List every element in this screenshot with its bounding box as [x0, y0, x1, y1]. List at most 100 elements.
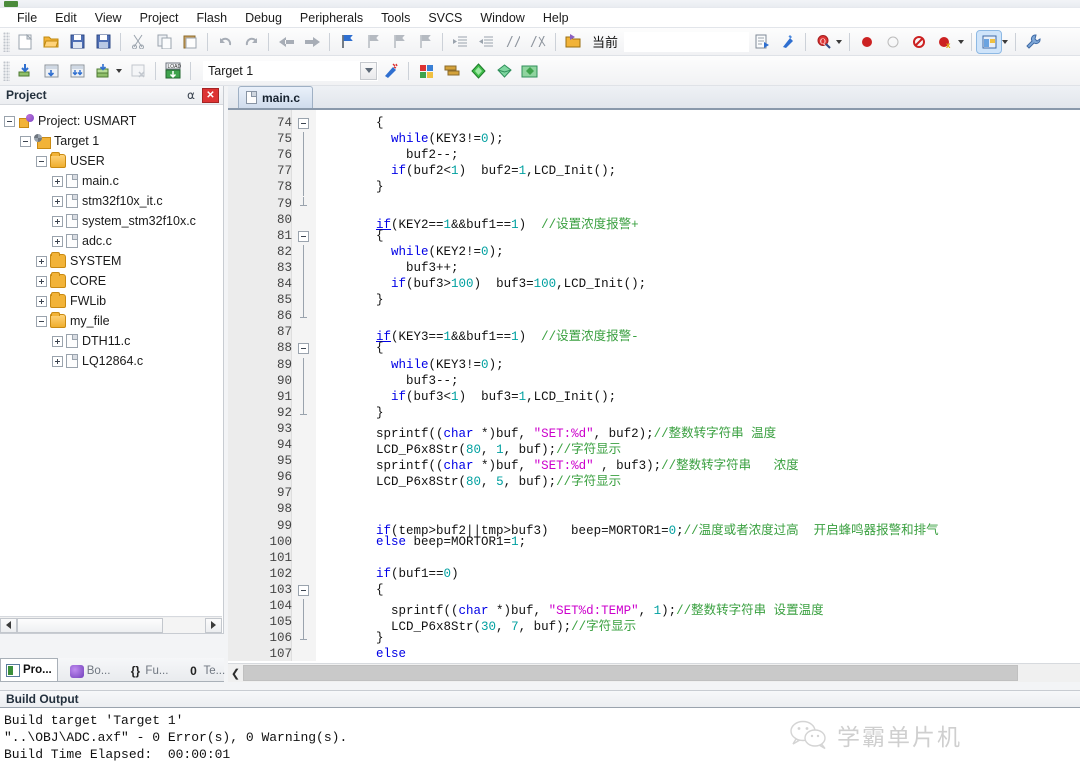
menu-item-flash[interactable]: Flash [187, 9, 236, 27]
code-line[interactable]: while(KEY2!=0); [316, 245, 504, 259]
build-output-text[interactable]: Build target 'Target 1' "..\OBJ\ADC.axf" … [0, 708, 1080, 778]
manage-project-items-icon[interactable] [414, 60, 438, 82]
code-line[interactable]: while(KEY3!=0); [316, 358, 504, 372]
menu-item-debug[interactable]: Debug [236, 9, 291, 27]
pack-installer-icon[interactable] [492, 60, 516, 82]
run-configuration-icon[interactable] [466, 60, 490, 82]
code-line[interactable]: buf3++; [316, 261, 459, 275]
tree-item-dth11-c[interactable]: DTH11.c [4, 331, 223, 351]
uncomment-icon[interactable]: // [526, 31, 550, 53]
code-line[interactable]: if(buf3<1) buf3=1,LCD_Init(); [316, 390, 616, 404]
toolbar-grip[interactable] [3, 31, 10, 52]
menu-item-view[interactable]: View [86, 9, 131, 27]
menu-item-edit[interactable]: Edit [46, 9, 86, 27]
tree-item-core[interactable]: CORE [4, 271, 223, 291]
expand-icon[interactable] [52, 175, 63, 187]
configure-icon[interactable] [776, 31, 800, 53]
code-line[interactable]: else [316, 647, 406, 661]
tree-item-stm32f10x-it-c[interactable]: stm32f10x_it.c [4, 191, 223, 211]
paste-icon[interactable] [178, 31, 202, 53]
collapse-icon[interactable] [36, 155, 47, 167]
menu-item-window[interactable]: Window [471, 9, 533, 27]
menu-item-tools[interactable]: Tools [372, 9, 419, 27]
chevron-down-icon[interactable] [958, 39, 965, 44]
code-line[interactable]: buf2--; [316, 148, 459, 162]
menu-item-file[interactable]: File [8, 9, 46, 27]
translate-icon[interactable] [13, 60, 37, 82]
toolbar-grip[interactable] [3, 60, 10, 81]
code-line[interactable]: { [316, 583, 384, 597]
manage-multi-project-icon[interactable] [440, 60, 464, 82]
insert-breakpoint-icon[interactable] [855, 31, 879, 53]
fold-toggle-icon[interactable] [298, 584, 309, 596]
panel-tab-bo[interactable]: Bo... [64, 660, 117, 681]
target-selector-combo[interactable] [624, 31, 750, 52]
collapse-icon[interactable] [4, 115, 15, 127]
navigate-back-icon[interactable] [274, 31, 298, 53]
bookmark-next-icon[interactable] [387, 31, 411, 53]
rebuild-all-icon[interactable] [65, 60, 89, 82]
window-manage-icon[interactable] [976, 29, 1003, 54]
code-line[interactable]: } [316, 406, 384, 420]
outdent-icon[interactable] [474, 31, 498, 53]
code-line[interactable]: while(KEY3!=0); [316, 132, 504, 146]
download-icon[interactable]: LOAD [161, 60, 185, 82]
code-line[interactable]: else beep=MORTOR1=1; [316, 535, 526, 549]
stop-build-icon[interactable] [126, 60, 150, 82]
tree-item-target-1[interactable]: Target 1 [4, 131, 223, 151]
panel-tab-te[interactable]: 0 Te... [180, 660, 231, 681]
fold-column[interactable] [292, 110, 316, 661]
open-project-icon[interactable] [561, 31, 585, 53]
find-in-files-icon[interactable]: Q [811, 31, 835, 53]
expand-icon[interactable] [52, 195, 63, 207]
chevron-down-icon[interactable] [360, 61, 377, 80]
code-line[interactable]: { [316, 116, 384, 130]
code-line[interactable]: { [316, 341, 384, 355]
editor-hscrollbar[interactable]: ❮ [228, 663, 1080, 682]
tree-item-main-c[interactable]: main.c [4, 171, 223, 191]
manage-runtime-env-icon[interactable] [518, 60, 542, 82]
copy-icon[interactable] [152, 31, 176, 53]
expand-icon[interactable] [52, 355, 63, 367]
code-line[interactable]: } [316, 631, 384, 645]
expand-icon[interactable] [52, 235, 63, 247]
code-view[interactable]: 74 {75 while(KEY3!=0); 76 buf2--; 77 if(bu… [228, 110, 1080, 661]
menu-item-project[interactable]: Project [131, 9, 188, 27]
fold-toggle-icon[interactable] [298, 230, 309, 242]
expand-icon[interactable] [36, 255, 47, 267]
comment-icon[interactable]: // [500, 31, 524, 53]
new-file-icon[interactable] [13, 31, 37, 53]
tree-item-system-stm32f10x-c[interactable]: system_stm32f10x.c [4, 211, 223, 231]
open-file-icon[interactable] [39, 31, 63, 53]
tree-item-adc-c[interactable]: adc.c [4, 231, 223, 251]
build-icon[interactable] [39, 60, 63, 82]
expand-icon[interactable] [36, 275, 47, 287]
save-icon[interactable] [65, 31, 89, 53]
target-combo[interactable]: Target 1 [203, 60, 378, 81]
bookmark-prev-icon[interactable] [361, 31, 385, 53]
pin-icon[interactable]: ⍺ [185, 89, 197, 102]
bookmark-toggle-icon[interactable] [335, 31, 359, 53]
expand-icon[interactable] [52, 215, 63, 227]
menu-item-help[interactable]: Help [534, 9, 578, 27]
code-line[interactable]: buf3--; [316, 374, 459, 388]
batch-build-icon[interactable] [91, 60, 115, 82]
tree-item-my-file[interactable]: my_file [4, 311, 223, 331]
chevron-down-icon[interactable] [836, 39, 843, 44]
scroll-left-arrow[interactable] [0, 617, 17, 633]
chevron-down-icon[interactable] [1002, 39, 1009, 44]
undo-icon[interactable] [213, 31, 237, 53]
code-line[interactable]: LCD_P6x8Str(80, 5, buf);//字符显示 [316, 470, 621, 489]
expand-icon[interactable] [36, 295, 47, 307]
code-line[interactable]: if(buf2<1) buf2=1,LCD_Init(); [316, 164, 616, 178]
panel-tab-pro[interactable]: Pro... [0, 658, 58, 681]
indent-icon[interactable] [448, 31, 472, 53]
code-line[interactable]: } [316, 293, 384, 307]
scroll-thumb[interactable] [243, 665, 1018, 681]
menu-item-svcs[interactable]: SVCS [419, 9, 471, 27]
save-all-icon[interactable] [91, 31, 115, 53]
disable-all-breakpoints-icon[interactable]: x [933, 31, 957, 53]
collapse-icon[interactable] [36, 315, 47, 327]
utilities-icon[interactable] [1021, 31, 1045, 53]
kill-breakpoints-icon[interactable] [907, 31, 931, 53]
